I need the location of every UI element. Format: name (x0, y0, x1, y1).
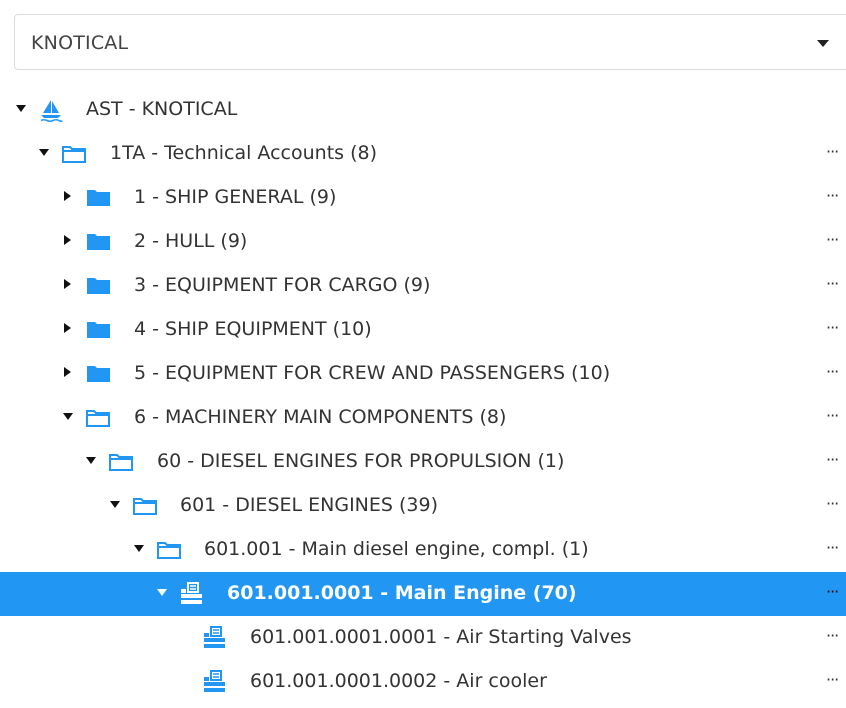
caret-down-icon[interactable] (134, 545, 144, 552)
vessel-select-value: KNOTICAL (31, 32, 129, 54)
more-options-icon[interactable]: ··· (826, 670, 839, 689)
more-options-icon[interactable]: ··· (826, 362, 839, 381)
component-icon (181, 582, 202, 604)
tree-row-ship-equipment[interactable]: 4 - SHIP EQUIPMENT (10) ··· (0, 308, 846, 352)
tree-row-label: AST - KNOTICAL (86, 98, 238, 120)
vessel-select[interactable]: KNOTICAL (14, 14, 846, 70)
tree-row-main-engine[interactable]: 601.001.0001 - Main Engine (70) ··· (0, 572, 846, 616)
more-options-icon[interactable]: ··· (826, 142, 839, 161)
folder-filled-icon (87, 322, 110, 338)
caret-down-icon[interactable] (16, 105, 26, 112)
caret-right-icon[interactable] (64, 279, 71, 289)
tree-row-label: 601.001 - Main diesel engine, compl. (1) (204, 538, 589, 560)
folder-outline-icon (133, 498, 157, 515)
tree-row-air-starting-valves[interactable]: 601.001.0001.0001 - Air Starting Valves … (0, 616, 846, 660)
tree-row-technical-accounts[interactable]: 1TA - Technical Accounts (8) ··· (0, 132, 846, 176)
tree-row-label: 601 - DIESEL ENGINES (39) (180, 494, 438, 516)
component-icon (204, 670, 225, 692)
tree-row-label: 1TA - Technical Accounts (8) (110, 142, 378, 164)
folder-outline-icon (62, 146, 86, 163)
more-options-icon[interactable]: ··· (826, 318, 839, 337)
folder-filled-icon (87, 278, 110, 294)
tree-row-label: 3 - EQUIPMENT FOR CARGO (9) (134, 274, 431, 296)
caret-down-icon[interactable] (63, 413, 73, 420)
more-options-icon[interactable]: ··· (826, 582, 839, 601)
more-options-icon[interactable]: ··· (826, 450, 839, 469)
caret-right-icon[interactable] (64, 367, 71, 377)
folder-outline-icon (86, 410, 110, 427)
caret-right-icon[interactable] (64, 235, 71, 245)
tree-row-air-cooler[interactable]: 601.001.0001.0002 - Air cooler ··· (0, 660, 846, 704)
caret-down-icon[interactable] (157, 589, 167, 596)
folder-filled-icon (87, 366, 110, 382)
tree-row-diesel-engines-propulsion[interactable]: 60 - DIESEL ENGINES FOR PROPULSION (1) ·… (0, 440, 846, 484)
more-options-icon[interactable]: ··· (826, 538, 839, 557)
caret-right-icon[interactable] (64, 191, 71, 201)
tree-row-main-diesel-engine-compl[interactable]: 601.001 - Main diesel engine, compl. (1)… (0, 528, 846, 572)
tree-row-label: 6 - MACHINERY MAIN COMPONENTS (8) (134, 406, 507, 428)
tree-row-label: 601.001.0001.0001 - Air Starting Valves (250, 626, 632, 648)
tree-row-machinery-main-components[interactable]: 6 - MACHINERY MAIN COMPONENTS (8) ··· (0, 396, 846, 440)
sailboat-icon (40, 100, 63, 123)
caret-down-icon[interactable] (86, 457, 96, 464)
tree-row-label: 1 - SHIP GENERAL (9) (134, 186, 337, 208)
tree-row-hull[interactable]: 2 - HULL (9) ··· (0, 220, 846, 264)
component-tree: AST - KNOTICAL 1TA - Technical Accounts … (0, 88, 846, 704)
folder-outline-icon (157, 542, 181, 559)
caret-down-icon[interactable] (39, 149, 49, 156)
more-options-icon[interactable]: ··· (826, 494, 839, 513)
tree-row-ast-knotical[interactable]: AST - KNOTICAL (0, 88, 846, 132)
folder-filled-icon (87, 234, 110, 250)
caret-down-icon[interactable] (817, 40, 829, 47)
tree-row-label: 601.001.0001.0002 - Air cooler (250, 670, 547, 692)
more-options-icon[interactable]: ··· (826, 274, 839, 293)
folder-filled-icon (87, 190, 110, 206)
caret-down-icon[interactable] (110, 501, 120, 508)
tree-row-label: 4 - SHIP EQUIPMENT (10) (134, 318, 372, 340)
more-options-icon[interactable]: ··· (826, 406, 839, 425)
tree-row-label: 60 - DIESEL ENGINES FOR PROPULSION (1) (157, 450, 565, 472)
tree-row-label: 2 - HULL (9) (134, 230, 248, 252)
tree-row-label: 5 - EQUIPMENT FOR CREW AND PASSENGERS (1… (134, 362, 611, 384)
more-options-icon[interactable]: ··· (826, 186, 839, 205)
tree-row-equipment-for-cargo[interactable]: 3 - EQUIPMENT FOR CARGO (9) ··· (0, 264, 846, 308)
tree-row-diesel-engines[interactable]: 601 - DIESEL ENGINES (39) ··· (0, 484, 846, 528)
tree-row-label: 601.001.0001 - Main Engine (70) (227, 582, 577, 604)
tree-row-equipment-for-crew[interactable]: 5 - EQUIPMENT FOR CREW AND PASSENGERS (1… (0, 352, 846, 396)
folder-outline-icon (109, 454, 133, 471)
component-icon (204, 626, 225, 648)
caret-right-icon[interactable] (64, 323, 71, 333)
more-options-icon[interactable]: ··· (826, 230, 839, 249)
tree-row-ship-general[interactable]: 1 - SHIP GENERAL (9) ··· (0, 176, 846, 220)
more-options-icon[interactable]: ··· (826, 626, 839, 645)
page-root: KNOTICAL AST - KNOTICAL 1TA - Technical … (0, 0, 846, 708)
